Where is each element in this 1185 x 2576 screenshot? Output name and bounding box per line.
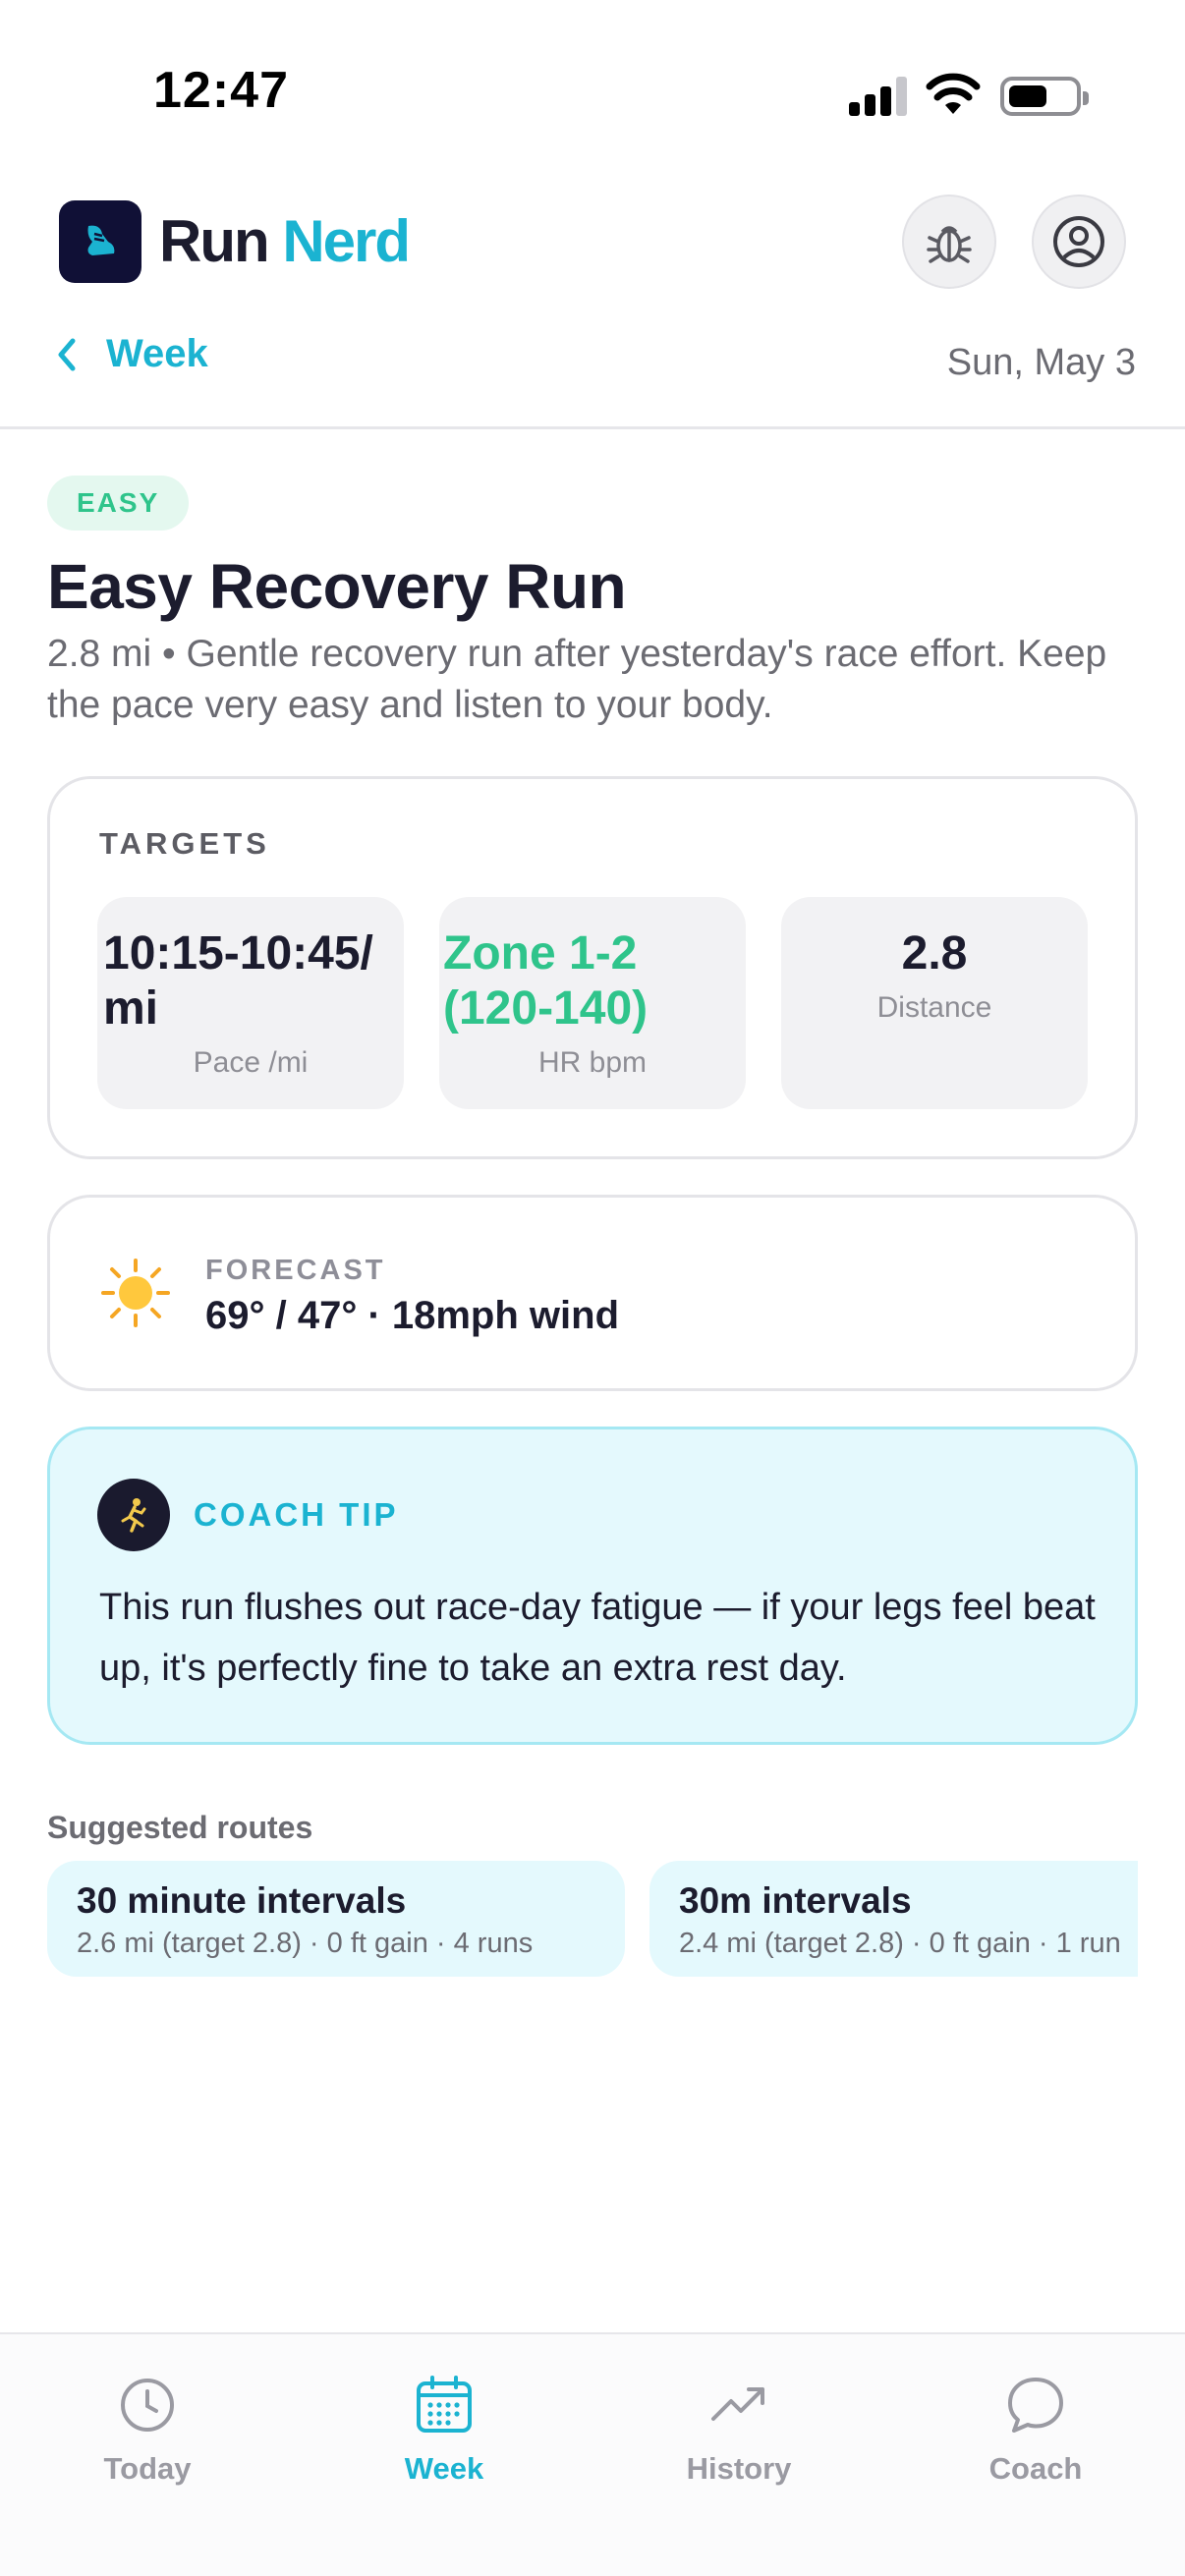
wifi-icon	[926, 73, 981, 114]
chevron-left-icon	[58, 338, 76, 370]
targets-label: TARGETS	[99, 826, 270, 861]
brand-run: Run	[159, 208, 270, 274]
pace-caption: Pace /mi	[193, 1046, 309, 1079]
tab-coach-label: Coach	[988, 2451, 1083, 2486]
forecast-card: FORECAST 69° / 47° · 18mph wind	[47, 1195, 1138, 1391]
chat-bubble-icon	[1008, 2378, 1063, 2433]
intensity-badge: EASY	[47, 476, 190, 531]
route-name: 30m intervals	[679, 1880, 912, 1921]
tab-today[interactable]: Today	[39, 2374, 255, 2501]
route-meta: 2.4 mi (target 2.8) · 0 ft gain · 1 run	[679, 1928, 1121, 1959]
route-meta: 2.6 mi (target 2.8) · 0 ft gain · 4 runs	[77, 1928, 534, 1959]
workout-description: 2.8 mi • Gentle recovery run after yeste…	[47, 633, 1107, 726]
tab-week[interactable]: Week	[336, 2374, 552, 2501]
back-label: Week	[106, 332, 208, 375]
app-logo	[59, 200, 141, 283]
brand-title: Run Nerd	[159, 206, 411, 277]
coach-tip-label: COACH TIP	[194, 1496, 399, 1533]
hr-caption: HR bpm	[537, 1046, 648, 1079]
distance-value: 2.8	[901, 927, 968, 980]
status-time: 12:47	[153, 62, 289, 119]
battery-icon	[1000, 77, 1089, 116]
suggested-routes-label: Suggested routes	[47, 1810, 313, 1845]
coach-avatar	[97, 1479, 170, 1551]
sun-icon	[101, 1259, 170, 1327]
header-divider	[0, 426, 1185, 429]
status-bar: 12:47	[0, 0, 1185, 177]
hr-value: Zone 1-2 (120-140)	[443, 927, 649, 1035]
calendar-icon	[417, 2376, 472, 2433]
distance-caption: Distance	[876, 991, 992, 1024]
route-card[interactable]: 30 minute intervals 2.6 mi (target 2.8) …	[47, 1861, 625, 1977]
hr-tile: Zone 1-2 (120-140) HR bpm	[439, 897, 746, 1109]
targets-card: TARGETS 10:15-10:45/ mi Pace /mi Zone 1-…	[47, 776, 1138, 1159]
date-label: Sun, May 3	[946, 342, 1136, 383]
user-circle-icon	[1053, 216, 1104, 267]
coach-tip-text: This run flushes out race-day fatigue — …	[99, 1587, 1096, 1689]
clock-icon	[121, 2379, 174, 2432]
brand-nerd: Nerd	[282, 208, 411, 274]
route-card[interactable]: 30m intervals 2.4 mi (target 2.8) · 0 ft…	[649, 1861, 1138, 1977]
tab-week-label: Week	[404, 2451, 484, 2486]
forecast-value: 69° / 47° · 18mph wind	[205, 1294, 619, 1337]
pace-tile: 10:15-10:45/ mi Pace /mi	[97, 897, 404, 1109]
bottom-tab-bar: Today Week History Coach	[0, 2332, 1185, 2576]
tab-today-label: Today	[103, 2451, 192, 2486]
tab-coach[interactable]: Coach	[928, 2374, 1144, 2501]
workout-title: Easy Recovery Run	[47, 551, 627, 622]
nav-row: Week Sun, May 3	[0, 324, 1185, 399]
route-name: 30 minute intervals	[77, 1880, 407, 1921]
coach-tip-card: COACH TIP This run flushes out race-day …	[47, 1427, 1138, 1745]
bug-icon	[927, 226, 972, 263]
cellular-signal-icon	[849, 77, 908, 116]
bug-report-button[interactable]	[902, 195, 996, 289]
forecast-label: FORECAST	[205, 1255, 386, 1286]
routes-carousel[interactable]: 30 minute intervals 2.6 mi (target 2.8) …	[47, 1861, 1138, 1979]
back-to-week-button[interactable]: Week	[55, 332, 208, 376]
runner-icon	[121, 1498, 146, 1533]
distance-tile: 2.8 Distance	[781, 897, 1088, 1109]
trend-icon	[711, 2387, 764, 2421]
targets-tiles: 10:15-10:45/ mi Pace /mi Zone 1-2 (120-1…	[97, 897, 1088, 1109]
app-screen: 12:47 Run Nerd Week Sun, May 3 EASY Easy…	[0, 0, 1185, 2576]
tab-history-label: History	[686, 2451, 792, 2486]
profile-button[interactable]	[1032, 195, 1126, 289]
pace-value: 10:15-10:45/ mi	[103, 927, 373, 1035]
shoe-icon	[87, 225, 115, 255]
tab-history[interactable]: History	[631, 2374, 847, 2501]
